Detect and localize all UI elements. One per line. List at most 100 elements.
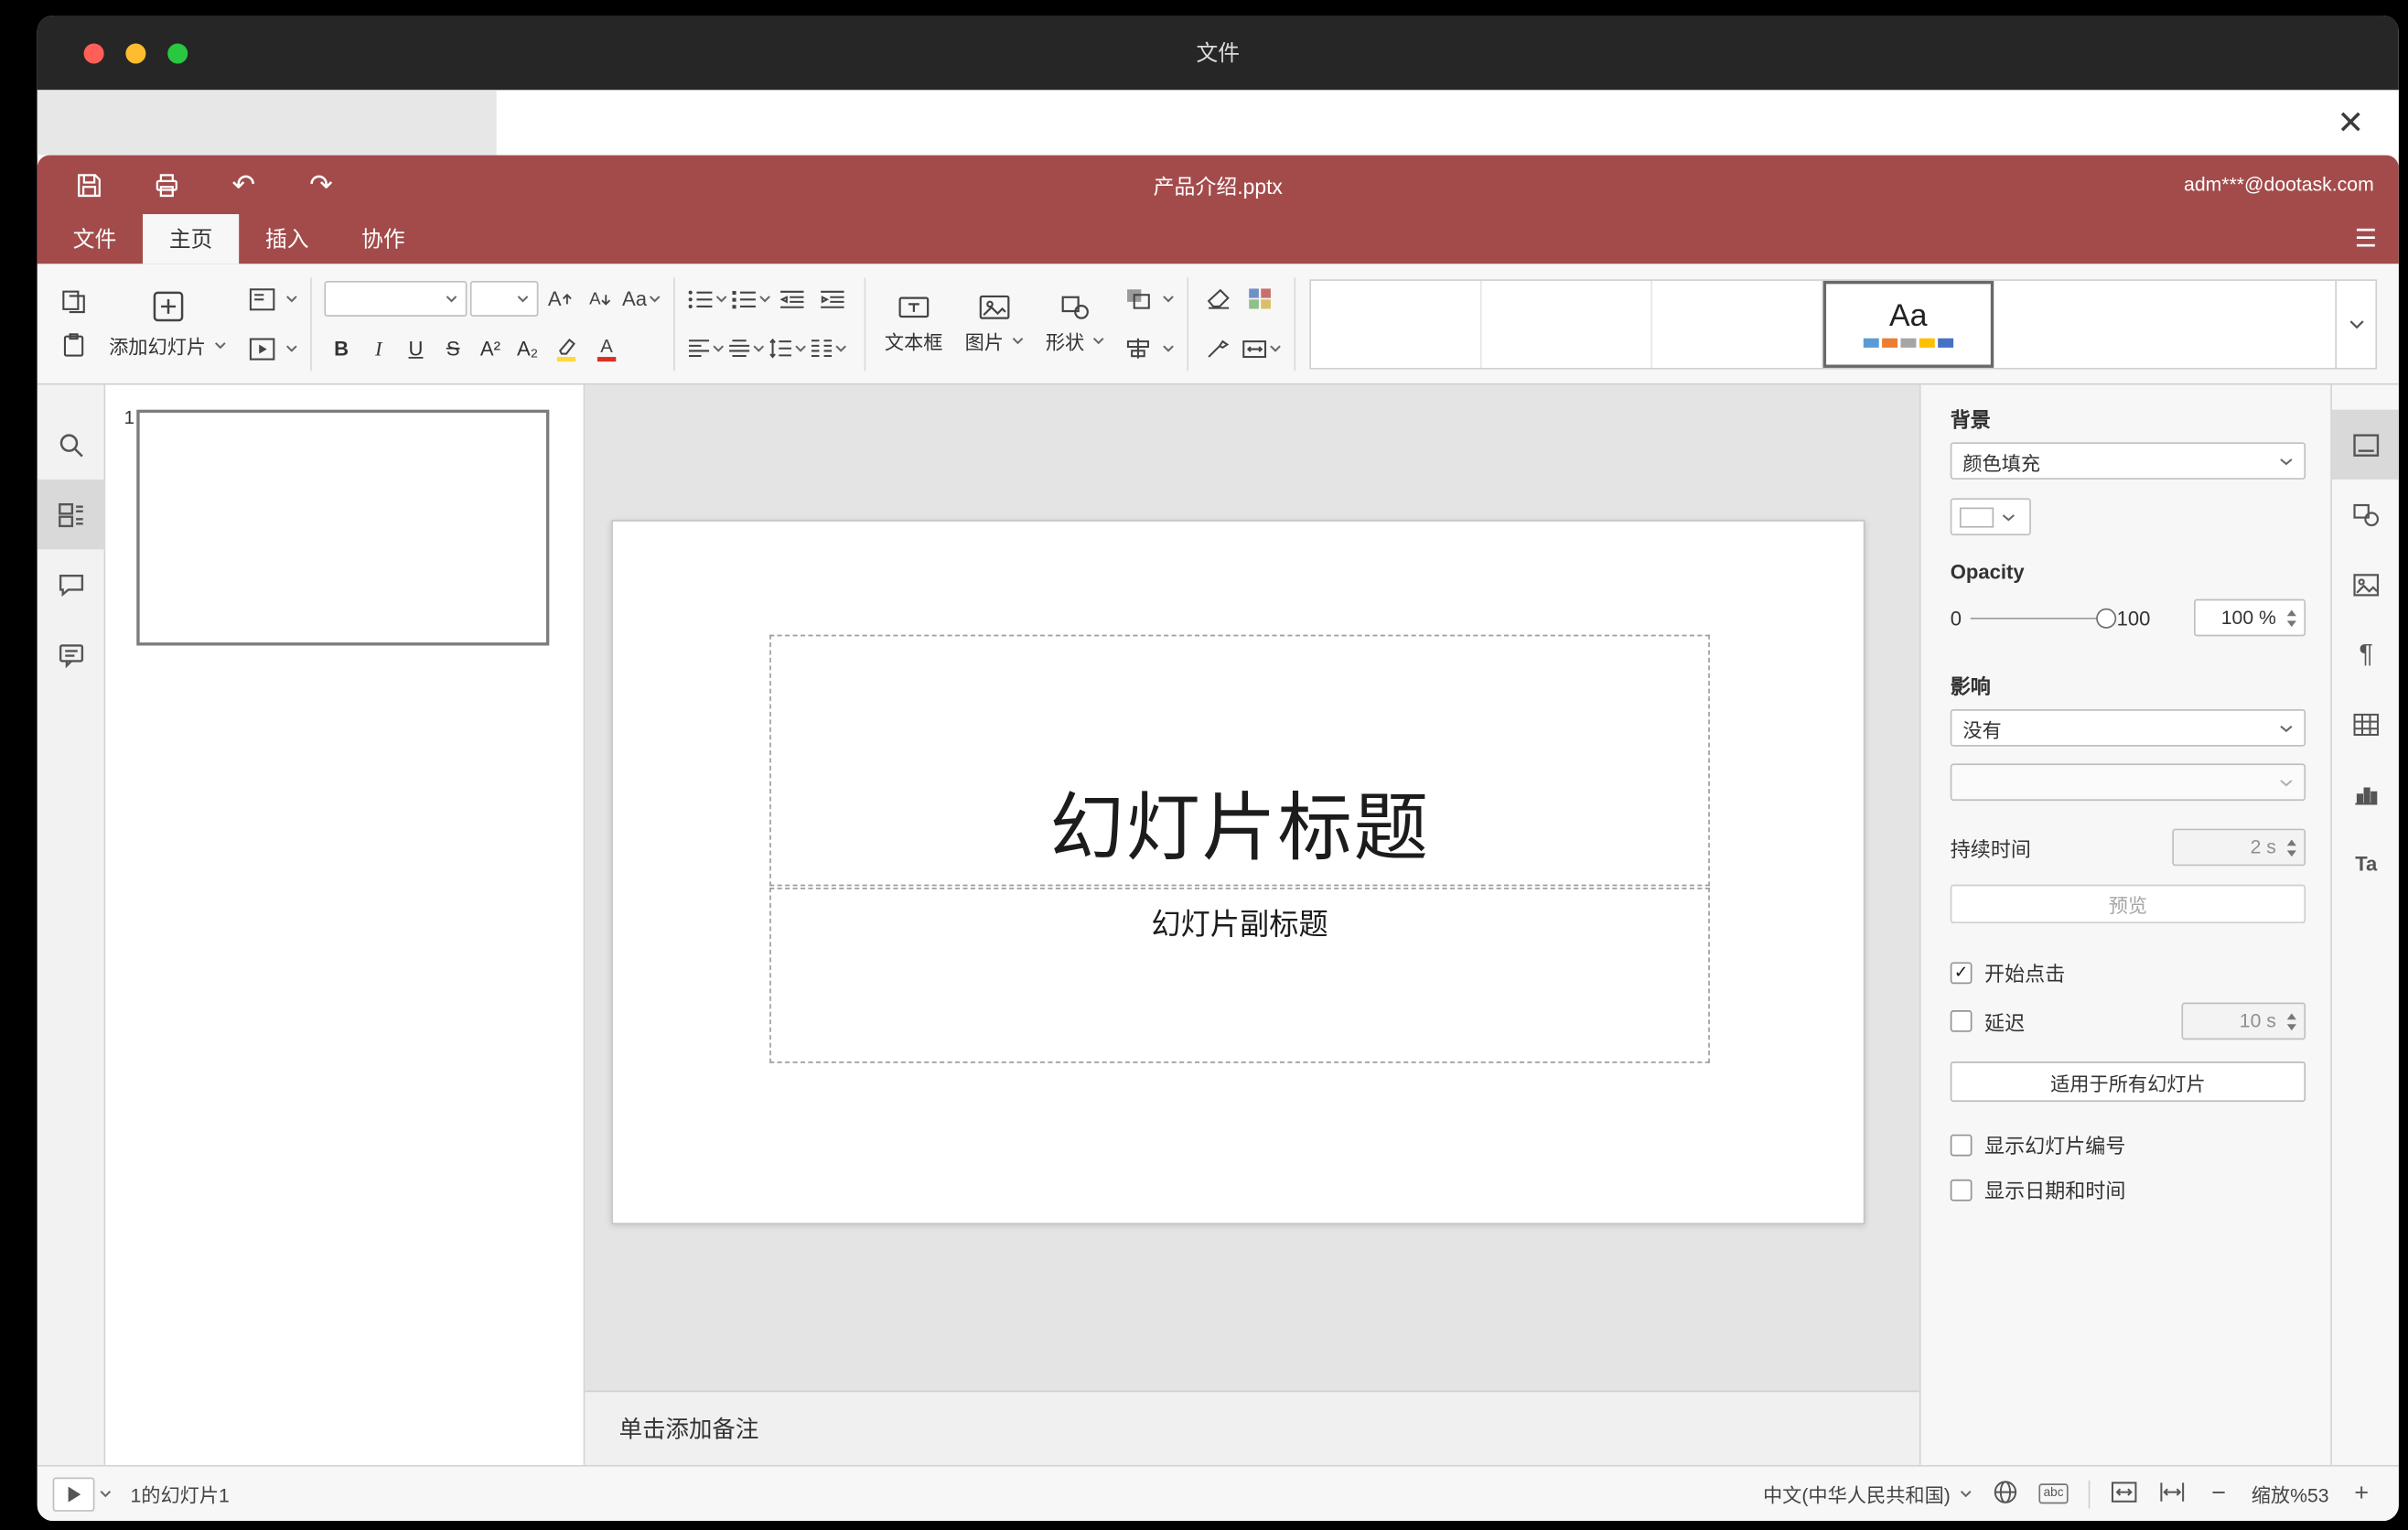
vertical-align-button[interactable] <box>727 329 765 367</box>
copy-button[interactable] <box>54 284 91 321</box>
slide-settings-icon[interactable] <box>2331 409 2399 480</box>
save-button[interactable] <box>71 167 105 201</box>
italic-button[interactable]: I <box>361 329 395 367</box>
underline-button[interactable]: U <box>399 329 433 367</box>
font-color-button[interactable]: A <box>588 329 626 367</box>
columns-button[interactable] <box>810 329 847 367</box>
spinner-arrows-icon[interactable] <box>2283 1012 2305 1030</box>
bold-button[interactable]: B <box>324 329 358 367</box>
fit-width-icon[interactable] <box>2158 1480 2187 1508</box>
decrease-font-button[interactable]: A <box>582 280 619 318</box>
insert-shape-button[interactable]: 形状 <box>1035 264 1115 383</box>
fill-type-value: 颜色填充 <box>1962 452 2041 475</box>
hamburger-menu-icon[interactable]: ☰ <box>2355 214 2377 264</box>
show-slide-number-checkbox[interactable] <box>1950 1133 1973 1156</box>
chevron-down-icon[interactable] <box>100 1490 113 1498</box>
arrange-shape-button[interactable] <box>1120 277 1174 320</box>
insert-textbox-button[interactable]: 文本框 <box>874 264 954 383</box>
notes-area[interactable]: 单击添加备注 <box>585 1390 1919 1465</box>
tab-insert[interactable]: 插入 <box>239 214 335 264</box>
strikethrough-button[interactable]: S <box>436 329 470 367</box>
superscript-button[interactable]: A² <box>473 329 507 367</box>
start-on-click-checkbox[interactable]: ✓ <box>1950 961 1973 984</box>
zoom-out-button[interactable]: − <box>2207 1480 2231 1508</box>
line-spacing-button[interactable] <box>768 329 806 367</box>
slide-layout-button[interactable] <box>243 277 297 320</box>
slide[interactable]: 幻灯片标题 幻灯片副标题 <box>611 520 1865 1225</box>
thumbnails-icon[interactable] <box>37 479 106 550</box>
fit-slide-icon[interactable] <box>2110 1480 2138 1508</box>
close-icon[interactable]: ✕ <box>2327 96 2374 149</box>
tab-collaboration[interactable]: 协作 <box>335 214 431 264</box>
copy-style-button[interactable] <box>1200 329 1238 367</box>
insert-image-button[interactable]: 图片 <box>954 264 1035 383</box>
spellcheck-icon[interactable]: abc <box>2038 1483 2069 1504</box>
slide-thumbnail[interactable] <box>136 409 550 646</box>
delay-checkbox[interactable] <box>1950 1010 1973 1032</box>
check-icon: ✓ <box>1953 964 1969 983</box>
font-size-select[interactable] <box>469 280 539 317</box>
opacity-spinner[interactable]: 100 % <box>2194 598 2306 637</box>
increase-indent-button[interactable] <box>814 280 852 318</box>
print-button[interactable] <box>149 167 183 201</box>
theme-gallery-expand-button[interactable] <box>2335 280 2375 368</box>
subtitle-placeholder[interactable]: 幻灯片副标题 <box>769 888 1710 1063</box>
numbering-button[interactable] <box>731 280 771 318</box>
clear-style-button[interactable] <box>1200 280 1238 318</box>
add-slide-button[interactable] <box>149 287 187 325</box>
undo-button[interactable]: ↶ <box>227 167 261 201</box>
shape-settings-icon[interactable] <box>2332 479 2399 549</box>
theme-thumbnail[interactable] <box>1310 280 1482 368</box>
slide-size-button[interactable] <box>1242 329 1282 367</box>
language-select[interactable]: 中文(中华人民共和国) <box>1763 1479 1973 1508</box>
change-case-button[interactable]: Aa <box>622 280 661 318</box>
slider-knob[interactable] <box>2096 607 2117 628</box>
redo-button[interactable]: ↷ <box>304 167 338 201</box>
opacity-slider[interactable] <box>1971 607 2117 628</box>
comments-icon[interactable] <box>38 549 106 619</box>
fill-type-select[interactable]: 颜色填充 <box>1950 442 2306 480</box>
spinner-arrows-icon[interactable] <box>2283 838 2305 857</box>
horizontal-align-button[interactable] <box>687 329 725 367</box>
font-name-select[interactable] <box>324 280 468 317</box>
chat-icon[interactable] <box>38 620 106 689</box>
align-shape-button[interactable] <box>1120 327 1174 370</box>
fill-color-select[interactable] <box>1950 498 2031 536</box>
highlight-color-button[interactable] <box>548 329 586 367</box>
preview-button[interactable]: 预览 <box>1950 884 2306 924</box>
set-language-globe-icon[interactable] <box>1993 1478 2019 1509</box>
start-slideshow-statusbar-button[interactable] <box>52 1476 95 1511</box>
opacity-value: 100 % <box>2220 607 2276 629</box>
color-scheme-button[interactable] <box>1242 280 1279 318</box>
add-slide-menu[interactable]: 添加幻灯片 <box>109 330 226 360</box>
effect-type-select[interactable] <box>1950 763 2306 802</box>
decrease-indent-button[interactable] <box>774 280 812 318</box>
textart-settings-icon[interactable]: Ta <box>2332 829 2399 899</box>
theme-thumbnail[interactable] <box>1651 280 1823 368</box>
start-slideshow-button[interactable] <box>243 327 297 370</box>
title-placeholder[interactable]: 幻灯片标题 <box>769 634 1710 887</box>
effect-select[interactable]: 没有 <box>1950 709 2306 747</box>
theme-thumbnail-selected[interactable]: Aa <box>1822 280 1994 368</box>
app-window: 文件 ✕ ↶ ↷ 产品介绍.pptx adm***@dootask.com 文件… <box>37 15 2399 1521</box>
bullets-button[interactable] <box>687 280 727 318</box>
delay-spinner[interactable]: 10 s <box>2181 1002 2306 1040</box>
theme-thumbnail[interactable] <box>1481 280 1652 368</box>
image-settings-icon[interactable] <box>2332 549 2399 619</box>
chart-settings-icon[interactable] <box>2332 759 2399 828</box>
duration-spinner[interactable]: 2 s <box>2172 828 2306 867</box>
subscript-button[interactable]: A₂ <box>511 329 544 367</box>
tab-home[interactable]: 主页 <box>143 214 240 264</box>
show-date-time-checkbox[interactable] <box>1950 1179 1973 1201</box>
search-icon[interactable] <box>38 410 106 479</box>
tab-file[interactable]: 文件 <box>47 214 143 264</box>
spinner-arrows-icon[interactable] <box>2283 609 2305 627</box>
zoom-in-button[interactable]: + <box>2349 1480 2374 1508</box>
zoom-level[interactable]: 缩放%53 <box>2252 1479 2329 1508</box>
delay-row: 延迟 10 s <box>1950 1002 2306 1040</box>
paragraph-settings-icon[interactable]: ¶ <box>2332 620 2399 689</box>
apply-all-button[interactable]: 适用于所有幻灯片 <box>1950 1061 2306 1103</box>
paste-button[interactable] <box>54 327 91 364</box>
table-settings-icon[interactable] <box>2332 689 2399 759</box>
increase-font-button[interactable]: A <box>542 280 579 318</box>
